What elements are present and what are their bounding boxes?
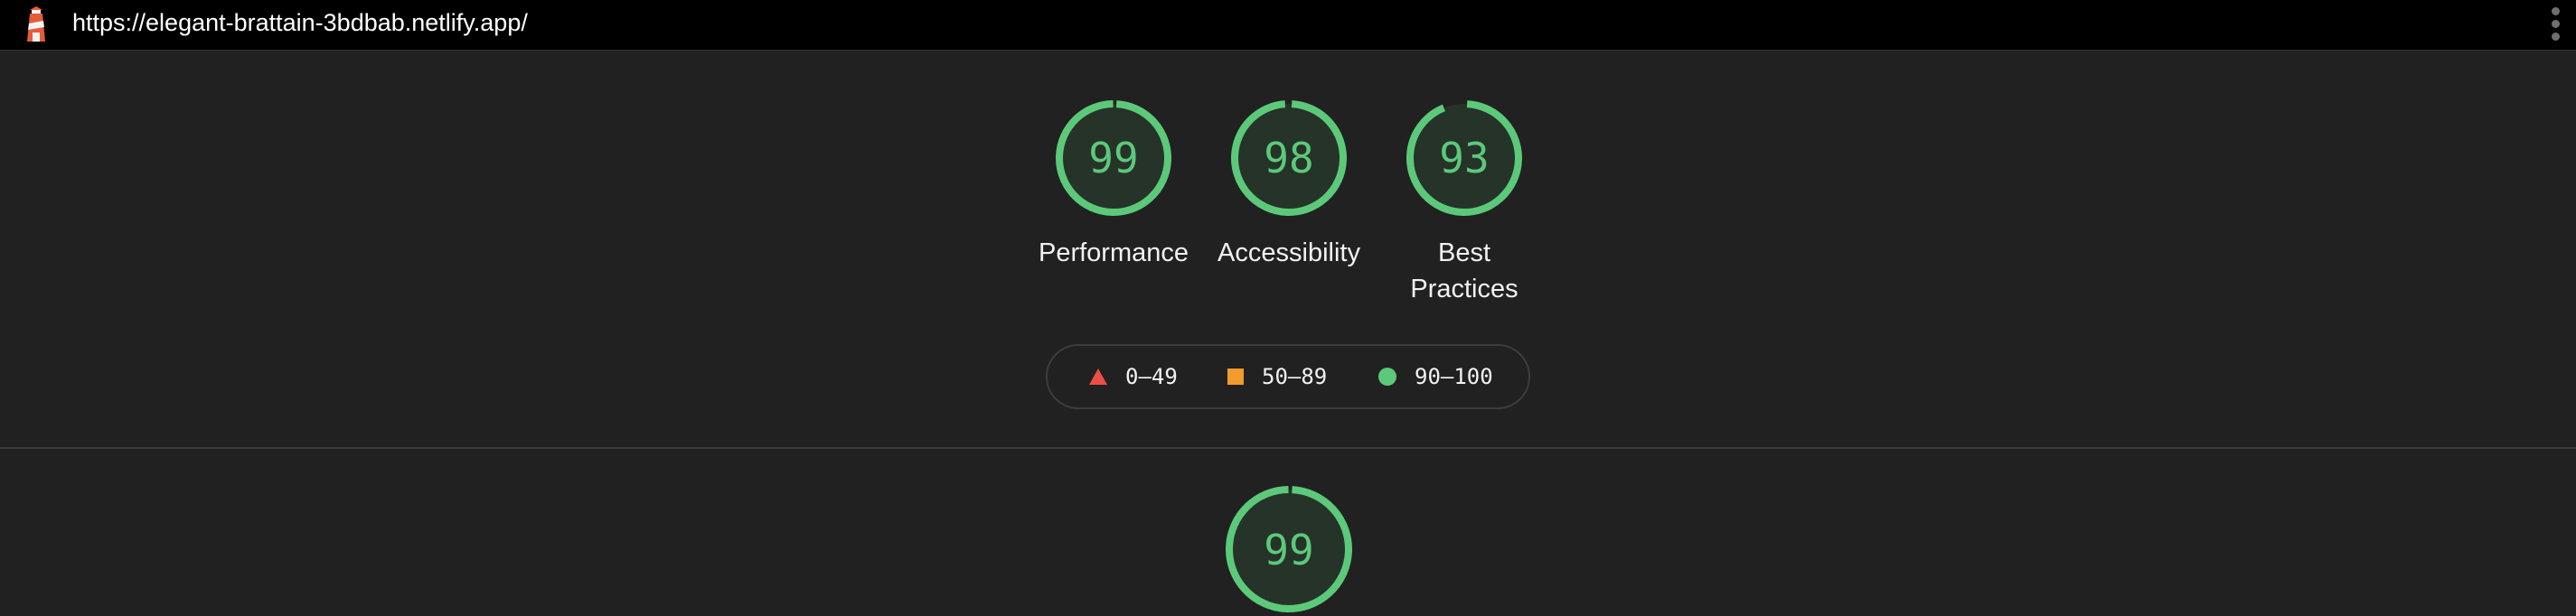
gauge-best-practices-ring: 93 — [1406, 99, 1522, 216]
kebab-menu-icon[interactable] — [2547, 5, 2565, 43]
gauge-best-practices-label-line1: Best — [1437, 238, 1491, 267]
gauge-summary[interactable]: 99 — [1208, 482, 1370, 616]
section-divider — [0, 447, 2576, 449]
legend-pass-range: 90–100 — [1415, 364, 1493, 389]
square-icon — [1227, 369, 1244, 385]
gauge-best-practices-label: Best Practices — [1383, 235, 1546, 307]
gauge-best-practices[interactable]: 93 Best Practices — [1383, 98, 1546, 307]
lighthouse-icon — [20, 5, 52, 45]
legend-average: 50–89 — [1227, 346, 1327, 407]
legend-fail-range: 0–49 — [1125, 364, 1178, 389]
gauge-best-practices-label-line2: Practices — [1410, 275, 1518, 303]
gauge-accessibility[interactable]: 98 Accessibility — [1208, 98, 1370, 271]
legend-fail: 0–49 — [1089, 346, 1178, 407]
top-bar: https://elegant-brattain-3bdbab.netlify.… — [0, 0, 2576, 51]
gauge-best-practices-score: 93 — [1439, 134, 1489, 182]
gauge-performance-label: Performance — [1038, 238, 1189, 267]
gauge-accessibility-ring: 98 — [1231, 99, 1347, 216]
gauge-summary-ring: 99 — [1226, 485, 1352, 612]
gauge-performance-score: 99 — [1088, 134, 1138, 182]
triangle-icon — [1089, 369, 1107, 385]
page-url[interactable]: https://elegant-brattain-3bdbab.netlify.… — [72, 8, 528, 37]
gauge-summary-score: 99 — [1264, 526, 1313, 574]
score-legend: 0–49 50–89 90–100 — [1046, 344, 1530, 409]
gauge-performance-ring: 99 — [1056, 99, 1171, 216]
gauge-accessibility-label: Accessibility — [1217, 238, 1360, 267]
legend-average-range: 50–89 — [1262, 364, 1328, 389]
circle-icon — [1378, 368, 1396, 386]
legend-pass: 90–100 — [1378, 346, 1493, 407]
gauge-performance[interactable]: 99 Performance — [1032, 98, 1195, 271]
gauge-accessibility-score: 98 — [1264, 134, 1313, 182]
